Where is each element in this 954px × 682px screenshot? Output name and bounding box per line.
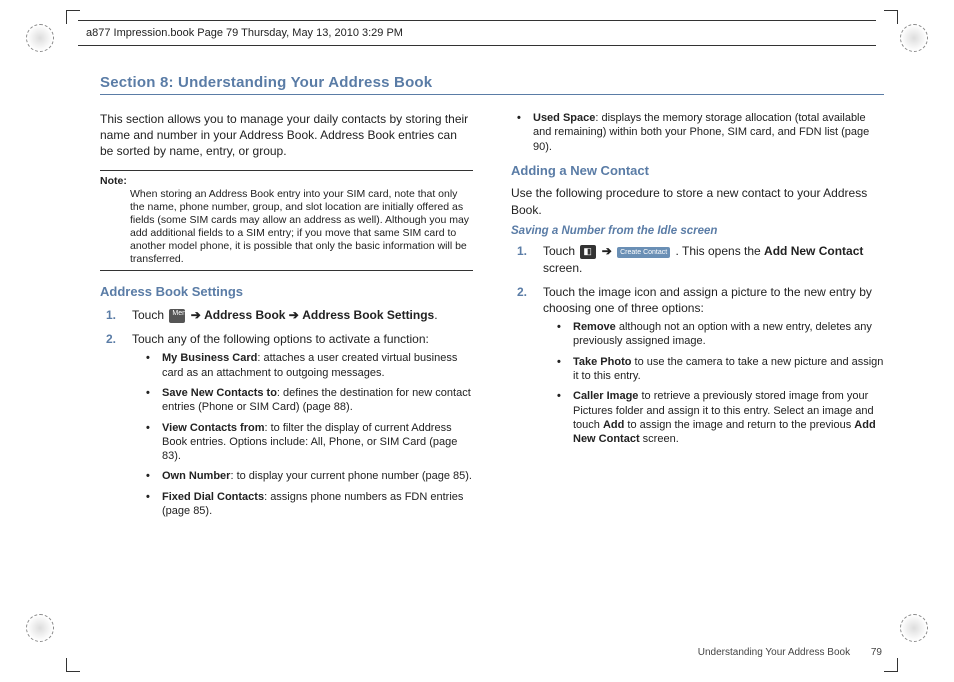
- spiral-icon: [900, 614, 928, 642]
- list-item: Take Photo to use the camera to take a n…: [569, 355, 884, 384]
- bullet-text: to assign the image and return to the pr…: [624, 419, 854, 431]
- bullet-text: screen.: [640, 433, 679, 445]
- arrow-icon: ➔: [191, 308, 201, 322]
- menu-icon: Menu: [169, 309, 185, 323]
- bullet-bold: Remove: [573, 321, 616, 333]
- page-footer: Understanding Your Address Book 79: [698, 647, 882, 658]
- note-body: When storing an Address Book entry into …: [130, 188, 473, 267]
- bullet-bold: Own Number: [162, 470, 230, 482]
- list-item: Own Number: to display your current phon…: [158, 469, 473, 483]
- spiral-icon: [26, 614, 54, 642]
- bullet-text: although not an option with a new entry,…: [573, 321, 872, 347]
- page-number: 79: [871, 647, 882, 658]
- step-bold: Address Book Settings: [302, 308, 434, 322]
- step-text: screen.: [543, 261, 582, 275]
- step-number: 1.: [106, 307, 116, 323]
- arrow-icon: ➔: [289, 308, 299, 322]
- crop-mark: [884, 10, 898, 24]
- step-text: . This opens the: [676, 244, 765, 258]
- step-2: 2. Touch the image icon and assign a pic…: [529, 284, 884, 447]
- note-block: Note: When storing an Address Book entry…: [100, 170, 473, 272]
- list-item: Caller Image to retrieve a previously st…: [569, 389, 884, 446]
- list-item: Save New Contacts to: defines the destin…: [158, 386, 473, 415]
- list-item: My Business Card: attaches a user create…: [158, 351, 473, 380]
- step-1: 1. Touch ➔ Create Contact . This opens t…: [529, 243, 884, 275]
- subheading-saving-number: Saving a Number from the Idle screen: [511, 224, 884, 240]
- step-number: 2.: [106, 331, 116, 347]
- step-text: Touch: [132, 308, 167, 322]
- bullet-bold: Used Space: [533, 112, 595, 124]
- contacts-icon: [580, 245, 596, 259]
- intro-text: This section allows you to manage your d…: [100, 111, 473, 160]
- spiral-icon: [26, 24, 54, 52]
- step-text: Touch the image icon and assign a pictur…: [543, 285, 872, 315]
- list-item: Used Space: displays the memory storage …: [529, 111, 884, 154]
- header-text: a877 Impression.book Page 79 Thursday, M…: [86, 27, 403, 39]
- step-bold: Add New Contact: [764, 244, 863, 258]
- bullet-bold: Add: [603, 419, 624, 431]
- note-label: Note:: [100, 175, 127, 187]
- create-contact-icon: Create Contact: [617, 247, 670, 258]
- bullet-bold: Save New Contacts to: [162, 387, 277, 399]
- bullet-bold: Take Photo: [573, 356, 631, 368]
- bullet-bold: View Contacts from: [162, 422, 265, 434]
- crop-mark: [66, 658, 80, 672]
- arrow-icon: ➔: [602, 244, 612, 258]
- heading-adding-contact: Adding a New Contact: [511, 162, 884, 180]
- page-content: Section 8: Understanding Your Address Bo…: [100, 74, 884, 622]
- bullet-bold: My Business Card: [162, 352, 257, 364]
- adding-intro: Use the following procedure to store a n…: [511, 185, 884, 217]
- step-2: 2. Touch any of the following options to…: [118, 331, 473, 518]
- right-column: Used Space: displays the memory storage …: [511, 111, 884, 526]
- bullet-bold: Caller Image: [573, 390, 638, 402]
- crop-mark: [884, 658, 898, 672]
- list-item: View Contacts from: to filter the displa…: [158, 421, 473, 464]
- left-column: This section allows you to manage your d…: [100, 111, 473, 526]
- step-text: Touch: [543, 244, 578, 258]
- step-1: 1. Touch Menu ➔ Address Book ➔ Address B…: [118, 307, 473, 323]
- period: .: [434, 308, 437, 322]
- step-number: 1.: [517, 243, 527, 259]
- bullet-bold: Fixed Dial Contacts: [162, 491, 264, 503]
- list-item: Remove although not an option with a new…: [569, 320, 884, 349]
- heading-address-book-settings: Address Book Settings: [100, 283, 473, 301]
- section-title: Section 8: Understanding Your Address Bo…: [100, 74, 884, 95]
- spiral-icon: [900, 24, 928, 52]
- bullet-text: : to display your current phone number (…: [230, 470, 472, 482]
- step-number: 2.: [517, 284, 527, 300]
- footer-text: Understanding Your Address Book: [698, 647, 850, 658]
- document-header: a877 Impression.book Page 79 Thursday, M…: [78, 20, 876, 46]
- step-bold: Address Book: [204, 308, 289, 322]
- step-text: Touch any of the following options to ac…: [132, 332, 429, 346]
- list-item: Fixed Dial Contacts: assigns phone numbe…: [158, 490, 473, 519]
